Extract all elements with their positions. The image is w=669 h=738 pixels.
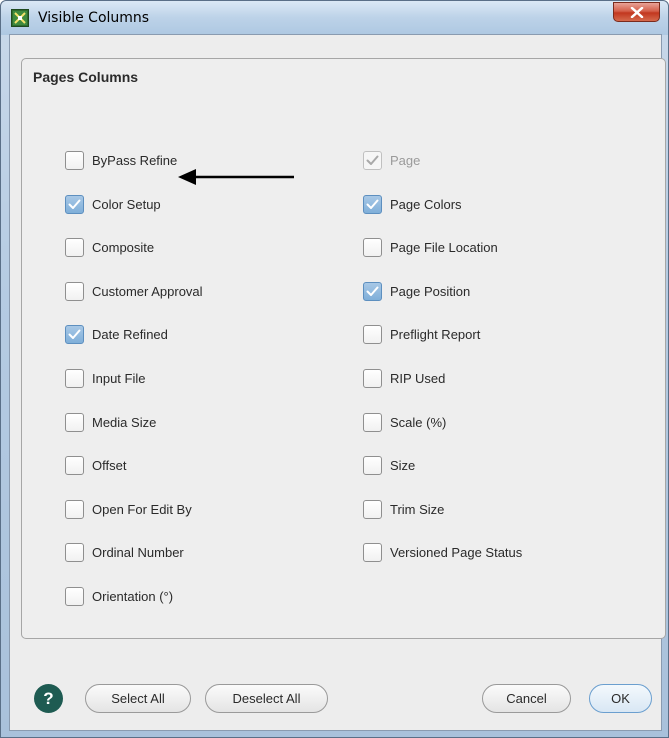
checkbox-rip-used[interactable]: RIP Used xyxy=(363,368,445,388)
title-bar[interactable]: Visible Columns xyxy=(1,1,668,35)
checkbox-input-file[interactable]: Input File xyxy=(65,368,145,388)
checkbox-label: Page Position xyxy=(390,283,471,299)
checkbox-label: Ordinal Number xyxy=(92,544,184,560)
checkbox-page-file-location[interactable]: Page File Location xyxy=(363,237,498,257)
checkbox-label: Input File xyxy=(92,370,146,386)
checkbox-page: Page xyxy=(363,150,420,170)
checkbox-unchecked-icon[interactable] xyxy=(65,586,84,606)
help-button[interactable]: ? xyxy=(34,684,63,713)
checkbox-label: RIP Used xyxy=(390,370,446,386)
checkbox-label: Trim Size xyxy=(390,501,445,517)
checkbox-media-size[interactable]: Media Size xyxy=(65,412,156,432)
checkbox-unchecked-icon[interactable] xyxy=(363,542,382,562)
cancel-button[interactable]: Cancel xyxy=(482,684,571,713)
checkbox-label: Page Colors xyxy=(390,196,462,212)
checkbox-label: ByPass Refine xyxy=(92,152,178,168)
checkbox-versioned-page-status[interactable]: Versioned Page Status xyxy=(363,542,522,562)
checkbox-unchecked-icon[interactable] xyxy=(65,150,84,170)
ok-button[interactable]: OK xyxy=(589,684,652,713)
checkbox-scale[interactable]: Scale (%) xyxy=(363,412,446,432)
checkbox-unchecked-icon[interactable] xyxy=(65,499,84,519)
checkbox-checked-icon[interactable] xyxy=(363,281,382,301)
checkbox-label: Preflight Report xyxy=(390,326,481,342)
checkbox-checked-icon[interactable] xyxy=(65,324,84,344)
checkbox-unchecked-icon[interactable] xyxy=(65,542,84,562)
checkbox-orientation[interactable]: Orientation (°) xyxy=(65,586,173,606)
checkbox-size[interactable]: Size xyxy=(363,455,415,475)
checkbox-offset[interactable]: Offset xyxy=(65,455,126,475)
checkbox-label: Page File Location xyxy=(390,239,498,255)
checkbox-label: Open For Edit By xyxy=(92,501,192,517)
checkbox-page-colors[interactable]: Page Colors xyxy=(363,194,462,214)
arrow-left-icon xyxy=(178,169,294,185)
checkbox-unchecked-icon[interactable] xyxy=(65,455,84,475)
checkbox-label: Offset xyxy=(92,457,127,473)
checkbox-label: Scale (%) xyxy=(390,414,447,430)
checkbox-checked-icon[interactable] xyxy=(65,194,84,214)
checkbox-unchecked-icon[interactable] xyxy=(363,455,382,475)
checkbox-unchecked-icon[interactable] xyxy=(363,368,382,388)
checkbox-bypass-refine[interactable]: ByPass Refine xyxy=(65,150,177,170)
checkbox-unchecked-icon[interactable] xyxy=(363,499,382,519)
checkbox-color-setup[interactable]: Color Setup xyxy=(65,194,161,214)
window-title: Visible Columns xyxy=(38,10,150,26)
checkbox-unchecked-icon[interactable] xyxy=(65,237,84,257)
checkbox-page-position[interactable]: Page Position xyxy=(363,281,470,301)
checkbox-label: Composite xyxy=(92,239,155,255)
checkbox-trim-size[interactable]: Trim Size xyxy=(363,499,444,519)
select-all-button[interactable]: Select All xyxy=(85,684,191,713)
checkbox-unchecked-icon[interactable] xyxy=(65,281,84,301)
checkbox-checked-icon xyxy=(363,150,382,170)
group-title: Pages Columns xyxy=(33,69,139,85)
checkbox-ordinal-number[interactable]: Ordinal Number xyxy=(65,542,184,562)
checkbox-date-refined[interactable]: Date Refined xyxy=(65,324,168,344)
checkbox-checked-icon[interactable] xyxy=(363,194,382,214)
checkbox-label: Date Refined xyxy=(92,326,168,342)
checkbox-label: Media Size xyxy=(92,414,157,430)
checkbox-composite[interactable]: Composite xyxy=(65,237,154,257)
close-button[interactable] xyxy=(613,2,660,22)
deselect-all-button[interactable]: Deselect All xyxy=(205,684,328,713)
close-icon xyxy=(630,7,644,18)
checkbox-label: Page xyxy=(390,152,421,168)
checkbox-label: Versioned Page Status xyxy=(390,544,523,560)
checkbox-unchecked-icon[interactable] xyxy=(363,324,382,344)
checkbox-label: Customer Approval xyxy=(92,283,203,299)
checkbox-customer-approval[interactable]: Customer Approval xyxy=(65,281,203,301)
checkbox-label: Size xyxy=(390,457,416,473)
checkbox-label: Color Setup xyxy=(92,196,161,212)
checkbox-label: Orientation (°) xyxy=(92,588,174,604)
app-icon xyxy=(11,9,29,27)
checkbox-unchecked-icon[interactable] xyxy=(65,412,84,432)
checkbox-preflight-report[interactable]: Preflight Report xyxy=(363,324,480,344)
checkbox-unchecked-icon[interactable] xyxy=(65,368,84,388)
checkbox-unchecked-icon[interactable] xyxy=(363,412,382,432)
checkbox-open-for-edit-by[interactable]: Open For Edit By xyxy=(65,499,192,519)
checkbox-unchecked-icon[interactable] xyxy=(363,237,382,257)
